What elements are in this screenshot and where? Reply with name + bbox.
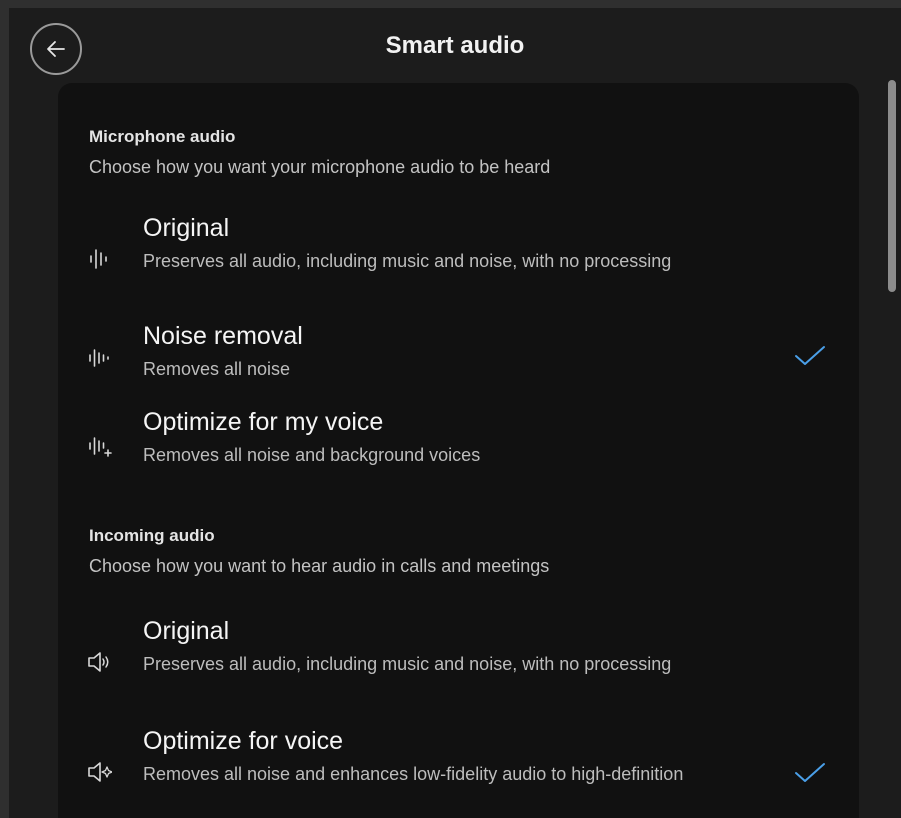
checkmark-icon	[795, 346, 825, 365]
option-description: Preserves all audio, including music and…	[143, 251, 672, 271]
mic-option-original[interactable]: Original Preserves all audio, including …	[58, 214, 859, 304]
incoming-option-optimize-voice[interactable]: Optimize for voice Removes all noise and…	[58, 727, 859, 817]
mic-option-noise-removal[interactable]: Noise removal Removes all noise	[58, 322, 859, 382]
waveform-icon	[90, 249, 107, 269]
incoming-section-title: Incoming audio	[89, 526, 215, 545]
speaker-sound-icon	[88, 652, 109, 672]
option-label: Original	[143, 214, 230, 242]
page-title: Smart audio	[385, 32, 525, 59]
option-label: Noise removal	[143, 322, 303, 350]
microphone-section-description: Choose how you want your microphone audi…	[89, 157, 551, 177]
scrollbar[interactable]	[888, 80, 896, 292]
option-label: Optimize for my voice	[143, 408, 384, 436]
option-label: Original	[143, 617, 230, 645]
option-description: Preserves all audio, including music and…	[143, 654, 672, 674]
settings-card: Microphone audio Choose how you want you…	[58, 83, 859, 818]
incoming-section-description: Choose how you want to hear audio in cal…	[89, 556, 550, 576]
microphone-section-title: Microphone audio	[89, 127, 236, 146]
option-label: Optimize for voice	[143, 727, 344, 755]
waveform-voice-icon	[89, 437, 112, 457]
mic-option-optimize-my-voice[interactable]: Optimize for my voice Removes all noise …	[58, 408, 859, 468]
speaker-sparkle-icon	[88, 762, 112, 782]
title-bar: Smart audio	[9, 8, 901, 86]
waveform-noise-removal-icon	[89, 349, 109, 367]
option-description: Removes all noise	[143, 359, 291, 379]
smart-audio-window: Smart audio Microphone audio Choose how …	[9, 8, 901, 818]
checkmark-icon	[795, 763, 825, 782]
incoming-option-original[interactable]: Original Preserves all audio, including …	[58, 617, 859, 707]
option-description: Removes all noise and background voices	[143, 445, 481, 465]
option-description: Removes all noise and enhances low-fidel…	[143, 764, 684, 784]
